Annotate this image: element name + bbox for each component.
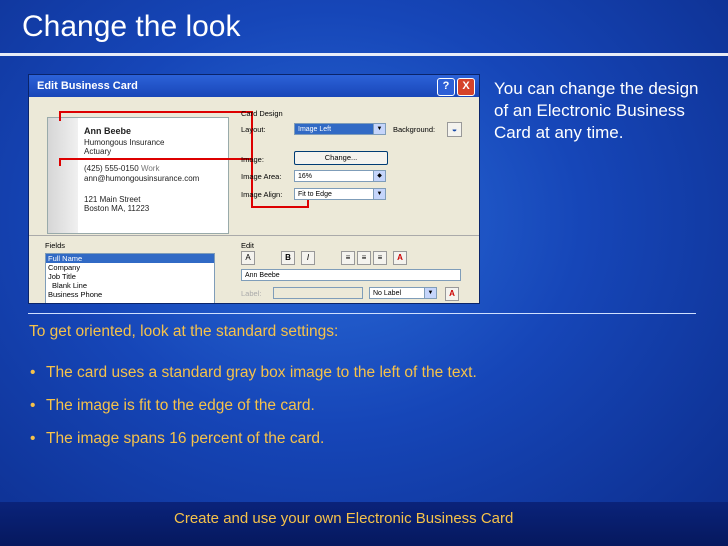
card-email: ann@humongousinsurance.com bbox=[84, 174, 200, 183]
align-center-button[interactable]: ≡ bbox=[357, 251, 371, 265]
chevron-down-icon: ▼ bbox=[373, 124, 385, 134]
card-phone-type: Work bbox=[140, 164, 160, 173]
list-item[interactable]: Business Phone bbox=[46, 290, 214, 299]
title-divider bbox=[0, 53, 728, 56]
spinner-arrows-icon: ◆ bbox=[373, 171, 385, 181]
card-name: Ann Beebe bbox=[84, 126, 132, 136]
align-left-button[interactable]: ≡ bbox=[341, 251, 355, 265]
label-text-field bbox=[273, 287, 363, 299]
edit-business-card-dialog: Edit Business Card ? X Ann Beebe Humongo… bbox=[28, 74, 480, 304]
font-color-button[interactable]: A bbox=[241, 251, 255, 265]
image-label: Image: bbox=[241, 155, 264, 164]
edit-text-field[interactable]: Ann Beebe bbox=[241, 269, 461, 281]
change-image-button[interactable]: Change... bbox=[294, 151, 388, 165]
section-divider bbox=[29, 235, 479, 236]
bullet-item: The card uses a standard gray box image … bbox=[28, 362, 498, 383]
card-company: Humongous Insurance bbox=[84, 138, 165, 147]
bullet-item: The image spans 16 percent of the card. bbox=[28, 428, 498, 449]
fields-list[interactable]: Full Name Company Job Title Blank Line B… bbox=[45, 253, 215, 303]
card-phone: (425) 555-0150 Work bbox=[84, 164, 159, 173]
edit-label: Edit bbox=[241, 241, 254, 250]
side-description: You can change the design of an Electron… bbox=[494, 79, 699, 142]
image-align-dropdown[interactable]: Fit to Edge ▼ bbox=[294, 188, 386, 200]
list-item[interactable]: Company bbox=[46, 263, 214, 272]
image-area-value: 16% bbox=[298, 173, 313, 180]
slide-title: Change the look bbox=[22, 10, 241, 43]
align-right-button[interactable]: ≡ bbox=[373, 251, 387, 265]
fields-label: Fields bbox=[45, 241, 66, 250]
bold-button[interactable]: B bbox=[281, 251, 295, 265]
chevron-down-icon: ▼ bbox=[424, 288, 436, 298]
image-area-label: Image Area: bbox=[241, 172, 282, 181]
callout-line-2 bbox=[59, 158, 253, 160]
label-dropdown[interactable]: No Label ▼ bbox=[369, 287, 437, 299]
image-align-label: Image Align: bbox=[241, 190, 283, 199]
help-button[interactable]: ? bbox=[437, 78, 455, 96]
callout-line-1 bbox=[59, 111, 253, 113]
label-value: No Label bbox=[373, 290, 402, 297]
footer-bar: Create and use your own Electronic Busin… bbox=[0, 502, 728, 546]
card-street: 121 Main Street bbox=[84, 195, 141, 204]
oriented-heading: To get oriented, look at the standard se… bbox=[29, 323, 339, 340]
dialog-title-bar: Edit Business Card ? X bbox=[29, 75, 479, 97]
callout-line-4 bbox=[59, 111, 61, 121]
card-gray-image bbox=[48, 118, 78, 233]
label-label: Label: bbox=[241, 289, 262, 298]
paint-bucket-icon[interactable]: ◒ bbox=[447, 122, 462, 137]
list-item[interactable]: Full Name bbox=[46, 254, 214, 263]
background-label: Background: bbox=[393, 125, 436, 134]
text-color-button[interactable]: A bbox=[393, 251, 407, 265]
label-color-button[interactable]: A bbox=[445, 287, 459, 301]
bullet-list: The card uses a standard gray box image … bbox=[28, 362, 498, 461]
image-area-spinner[interactable]: 16% ◆ bbox=[294, 170, 386, 182]
image-align-value: Fit to Edge bbox=[298, 191, 332, 198]
layout-label: Layout: bbox=[241, 125, 266, 134]
layout-dropdown[interactable]: Image Left ▼ bbox=[294, 123, 386, 135]
content-divider bbox=[28, 313, 696, 314]
card-city: Boston MA, 11223 bbox=[84, 204, 150, 213]
list-item[interactable]: Blank Line bbox=[46, 281, 214, 290]
card-design-label: Card Design bbox=[241, 109, 283, 118]
footer-text: Create and use your own Electronic Busin… bbox=[174, 510, 514, 527]
chevron-down-icon: ▼ bbox=[373, 189, 385, 199]
layout-value: Image Left bbox=[298, 126, 332, 133]
card-job: Actuary bbox=[84, 147, 112, 156]
bullet-item: The image is fit to the edge of the card… bbox=[28, 395, 498, 416]
list-item[interactable]: Job Title bbox=[46, 272, 214, 281]
italic-button[interactable]: I bbox=[301, 251, 315, 265]
business-card-preview: Ann Beebe Humongous Insurance Actuary (4… bbox=[47, 117, 229, 234]
card-phone-number: (425) 555-0150 bbox=[84, 164, 139, 173]
callout-line-6 bbox=[251, 206, 309, 208]
callout-line-5 bbox=[59, 158, 61, 166]
close-button[interactable]: X bbox=[457, 78, 475, 96]
dialog-title: Edit Business Card bbox=[37, 80, 138, 92]
